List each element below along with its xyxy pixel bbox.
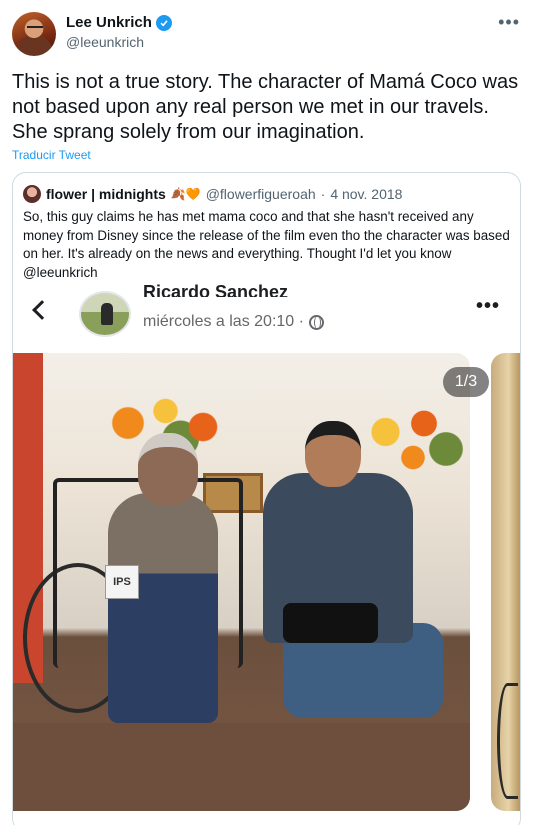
verified-icon [155, 14, 172, 31]
author-name[interactable]: Lee Unkrich [66, 14, 172, 31]
back-arrow-icon [32, 300, 52, 320]
chair-label: IPS [105, 565, 139, 599]
more-dots-icon: ••• [475, 295, 500, 317]
quoted-separator: · [320, 186, 326, 202]
quoted-avatar [23, 185, 41, 203]
translate-link[interactable]: Traducir Tweet [12, 148, 91, 162]
author-name-text[interactable]: Lee Unkrich [66, 14, 152, 31]
elderly-woman [108, 493, 218, 723]
flowers [358, 398, 468, 483]
elderly-woman-head [138, 433, 198, 505]
quoted-media[interactable]: Ricardo Sanchez miércoles a las 20:10 · … [13, 281, 520, 825]
fb-avatar [79, 291, 131, 337]
quoted-date: 4 nov. 2018 [330, 186, 403, 202]
fb-time-text: miércoles a las 20:10 · [143, 313, 304, 330]
fb-time: miércoles a las 20:10 · [143, 313, 324, 331]
quoted-name: flower | midnights [46, 186, 166, 202]
author-handle[interactable]: @leeunkrich [66, 34, 144, 50]
tweet: Lee Unkrich @leeunkrich ••• This is not … [0, 0, 536, 825]
photo-counter: 1/3 [443, 367, 489, 397]
author-avatar[interactable] [12, 12, 56, 56]
quoted-header: flower | midnights 🍂🧡 @flowerfigueroah ·… [23, 185, 402, 203]
photo: IPS [13, 353, 470, 811]
fb-name: Ricardo Sanchez [143, 282, 289, 297]
quoted-text: So, this guy claims he has met mama coco… [23, 209, 510, 280]
video-camera [283, 603, 378, 643]
quoted-tweet[interactable]: flower | midnights 🍂🧡 @flowerfigueroah ·… [12, 172, 521, 825]
floor [13, 723, 470, 811]
quoted-handle: @flowerfigueroah [205, 186, 316, 202]
man-head [305, 421, 361, 487]
tweet-text: This is not a true story. The character … [12, 71, 519, 143]
next-photo-preview[interactable] [491, 353, 520, 811]
globe-icon [308, 314, 324, 330]
more-icon[interactable]: ••• [498, 12, 520, 33]
quoted-emoji: 🍂🧡 [170, 187, 201, 201]
